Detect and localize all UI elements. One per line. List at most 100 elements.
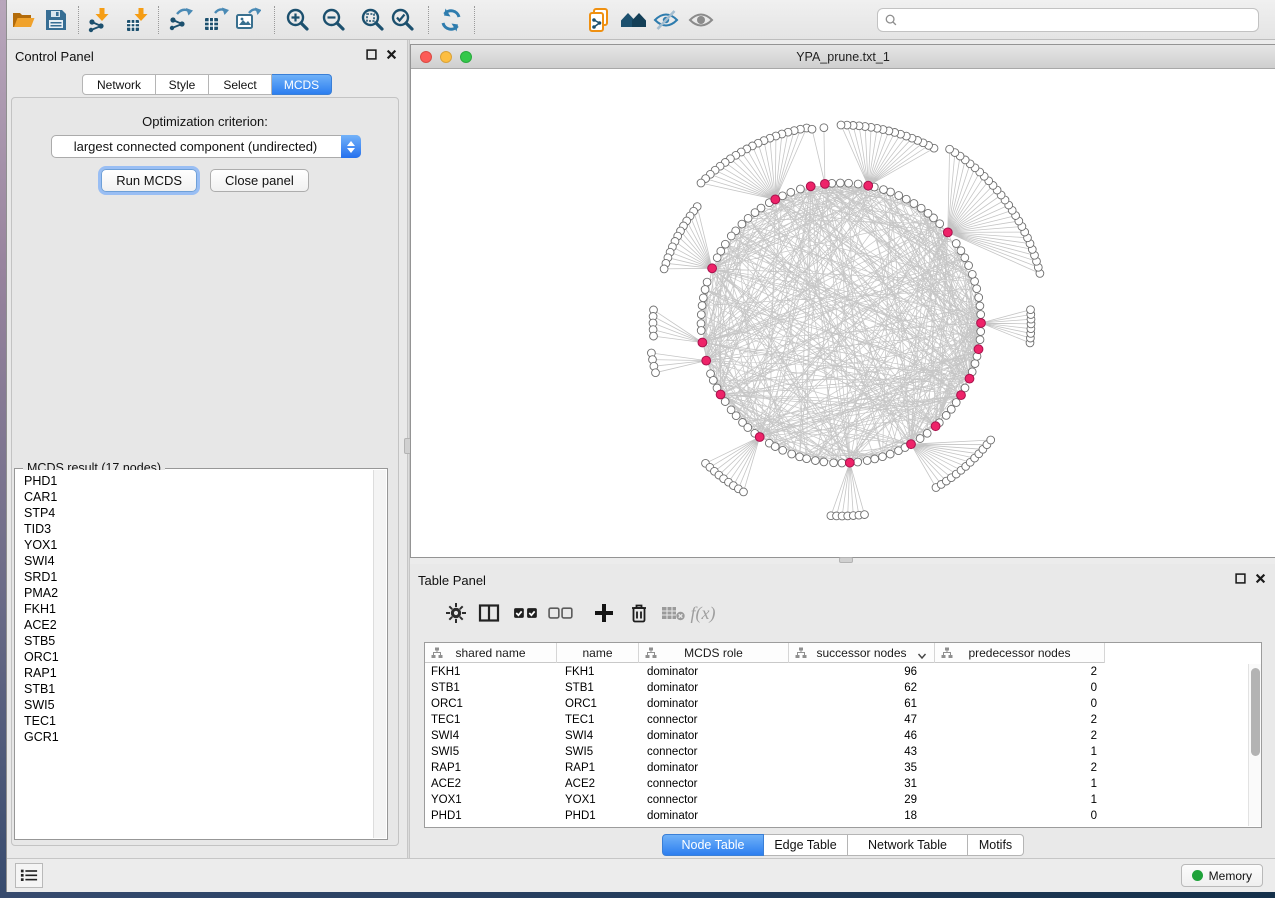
table-cell[interactable]: YOX1	[557, 792, 639, 808]
table-cell[interactable]: ACE2	[425, 776, 557, 792]
table-cell[interactable]: connector	[639, 744, 789, 760]
table-scrollbar[interactable]	[1248, 664, 1261, 826]
mcds-result-node[interactable]: YOX1	[16, 537, 373, 553]
table-cell[interactable]: 2	[935, 728, 1105, 744]
clone-network-icon[interactable]	[584, 6, 614, 34]
table-cell[interactable]: dominator	[639, 760, 789, 776]
float-panel-icon[interactable]	[366, 49, 377, 60]
table-cell[interactable]: SWI5	[425, 744, 557, 760]
table-cell[interactable]: SWI4	[425, 728, 557, 744]
table-scrollbar-thumb[interactable]	[1251, 668, 1260, 756]
table-cell[interactable]: FKH1	[557, 664, 639, 680]
tab-motifs[interactable]: Motifs	[968, 834, 1024, 856]
table-cell[interactable]: dominator	[639, 664, 789, 680]
houses-icon[interactable]	[618, 6, 648, 34]
table-cell[interactable]: connector	[639, 792, 789, 808]
close-panel-icon[interactable]	[386, 49, 397, 60]
table-cell[interactable]: ORC1	[425, 696, 557, 712]
table-cell[interactable]: PHD1	[425, 808, 557, 824]
import-network-icon[interactable]	[84, 6, 114, 34]
table-cell[interactable]: 43	[789, 744, 935, 760]
column-header-shared-name[interactable]: shared name	[425, 643, 557, 663]
close-panel-button[interactable]: Close panel	[210, 169, 309, 192]
table-row[interactable]: ACE2ACE2connector311	[425, 776, 1247, 792]
table-cell[interactable]: 0	[935, 680, 1105, 696]
zoom-out-icon[interactable]	[319, 6, 349, 34]
search-input[interactable]	[898, 10, 1258, 30]
table-cell[interactable]: 61	[789, 696, 935, 712]
mcds-result-node[interactable]: GCR1	[16, 729, 373, 745]
export-network-icon[interactable]	[166, 6, 196, 34]
table-row[interactable]: TEC1TEC1connector472	[425, 712, 1247, 728]
mcds-result-node[interactable]: PMA2	[16, 585, 373, 601]
table-row[interactable]: SWI4SWI4dominator462	[425, 728, 1247, 744]
tab-node-table[interactable]: Node Table	[662, 834, 764, 856]
table-cell[interactable]: 0	[935, 696, 1105, 712]
hide-selected-icon[interactable]	[651, 6, 681, 34]
mcds-result-node[interactable]: STB1	[16, 681, 373, 697]
table-cell[interactable]: 18	[789, 808, 935, 824]
settings-gear-icon[interactable]	[441, 598, 471, 628]
table-row[interactable]: FKH1FKH1dominator962	[425, 664, 1247, 680]
table-cell[interactable]: 1	[935, 776, 1105, 792]
float-table-panel-icon[interactable]	[1235, 573, 1246, 584]
table-cell[interactable]: 46	[789, 728, 935, 744]
zoom-in-icon[interactable]	[283, 6, 313, 34]
add-column-icon[interactable]	[589, 598, 619, 628]
table-cell[interactable]: dominator	[639, 696, 789, 712]
import-table-icon[interactable]	[123, 6, 153, 34]
mcds-list-scrollbar[interactable]	[373, 470, 386, 838]
search-box[interactable]	[877, 8, 1259, 32]
run-mcds-button[interactable]: Run MCDS	[101, 169, 197, 192]
mcds-result-node[interactable]: STB5	[16, 633, 373, 649]
table-cell[interactable]: RAP1	[425, 760, 557, 776]
table-cell[interactable]: 47	[789, 712, 935, 728]
mcds-result-node[interactable]: SRD1	[16, 569, 373, 585]
horizontal-splitter-grip[interactable]	[839, 557, 853, 563]
optimization-criterion-select[interactable]: largest connected component (undirected)	[51, 135, 361, 158]
table-cell[interactable]: 29	[789, 792, 935, 808]
table-row[interactable]: RAP1RAP1dominator352	[425, 760, 1247, 776]
export-image-icon[interactable]	[233, 6, 263, 34]
mcds-result-node[interactable]: RAP1	[16, 665, 373, 681]
table-cell[interactable]: 2	[935, 760, 1105, 776]
tab-network[interactable]: Network	[82, 74, 156, 95]
table-cell[interactable]: 0	[935, 808, 1105, 824]
table-cell[interactable]: dominator	[639, 808, 789, 824]
table-row[interactable]: PHD1PHD1dominator180	[425, 808, 1247, 824]
mcds-result-node[interactable]: FKH1	[16, 601, 373, 617]
table-cell[interactable]: ACE2	[557, 776, 639, 792]
zoom-fit-icon[interactable]	[358, 6, 388, 34]
open-session-icon[interactable]	[9, 6, 39, 34]
table-cell[interactable]: 2	[935, 664, 1105, 680]
tab-network-table[interactable]: Network Table	[848, 834, 968, 856]
mcds-result-node[interactable]: TEC1	[16, 713, 373, 729]
tab-edge-table[interactable]: Edge Table	[764, 834, 848, 856]
table-row[interactable]: STB1STB1dominator620	[425, 680, 1247, 696]
delete-column-icon[interactable]	[624, 598, 654, 628]
column-header-successor-nodes[interactable]: successor nodes	[789, 643, 935, 663]
column-header-name[interactable]: name	[557, 643, 639, 663]
table-cell[interactable]: YOX1	[425, 792, 557, 808]
table-cell[interactable]: ORC1	[557, 696, 639, 712]
table-cell[interactable]: 96	[789, 664, 935, 680]
table-cell[interactable]: PHD1	[557, 808, 639, 824]
deselect-all-icon[interactable]	[546, 598, 576, 628]
table-cell[interactable]: dominator	[639, 680, 789, 696]
table-cell[interactable]: 35	[789, 760, 935, 776]
table-cell[interactable]: SWI5	[557, 744, 639, 760]
refresh-icon[interactable]	[436, 6, 466, 34]
show-hidden-icon[interactable]	[686, 6, 716, 34]
mcds-result-node[interactable]: PHD1	[16, 473, 373, 489]
table-row[interactable]: ORC1ORC1dominator610	[425, 696, 1247, 712]
tab-mcds[interactable]: MCDS	[272, 74, 332, 95]
select-all-icon[interactable]	[511, 598, 541, 628]
save-session-icon[interactable]	[41, 6, 71, 34]
table-cell[interactable]: RAP1	[557, 760, 639, 776]
network-canvas[interactable]	[411, 69, 1275, 557]
task-history-button[interactable]	[15, 863, 43, 888]
tab-select[interactable]: Select	[209, 74, 272, 95]
table-row[interactable]: SWI5SWI5connector431	[425, 744, 1247, 760]
table-cell[interactable]: connector	[639, 776, 789, 792]
table-cell[interactable]: 62	[789, 680, 935, 696]
